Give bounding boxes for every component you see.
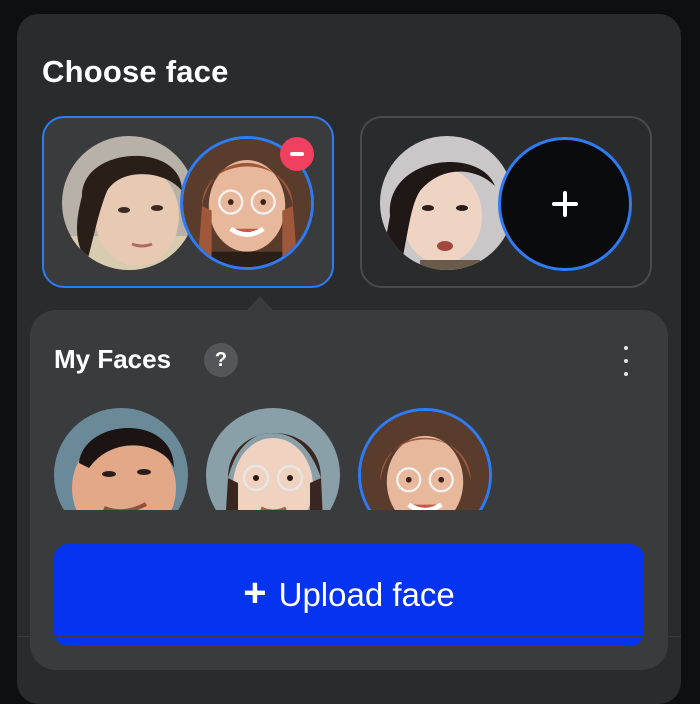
divider [17,636,681,637]
plus-icon: + [243,571,267,615]
add-source-face-button[interactable] [498,137,632,271]
my-faces-title: My Faces [54,344,172,374]
plus-icon [552,191,578,217]
minus-icon [290,152,304,156]
library-face-item-selected[interactable] [358,408,492,510]
more-vertical-icon [624,346,628,350]
upload-face-label: Upload face [278,576,455,613]
target-face-thumbnail [380,136,514,270]
remove-face-button[interactable] [280,137,314,171]
help-button[interactable]: ? [204,343,238,377]
target-face-thumbnail [62,136,196,270]
more-options-button[interactable] [616,346,636,376]
my-faces-popover: My Faces ? + Upload face [30,310,668,670]
upload-face-button[interactable]: + Upload face [54,544,644,646]
library-face-item[interactable] [206,408,340,510]
popover-caret [247,296,273,310]
my-faces-list [30,408,668,510]
question-icon: ? [214,348,228,371]
library-face-item[interactable] [54,408,188,510]
page-title: Choose face [42,54,229,89]
